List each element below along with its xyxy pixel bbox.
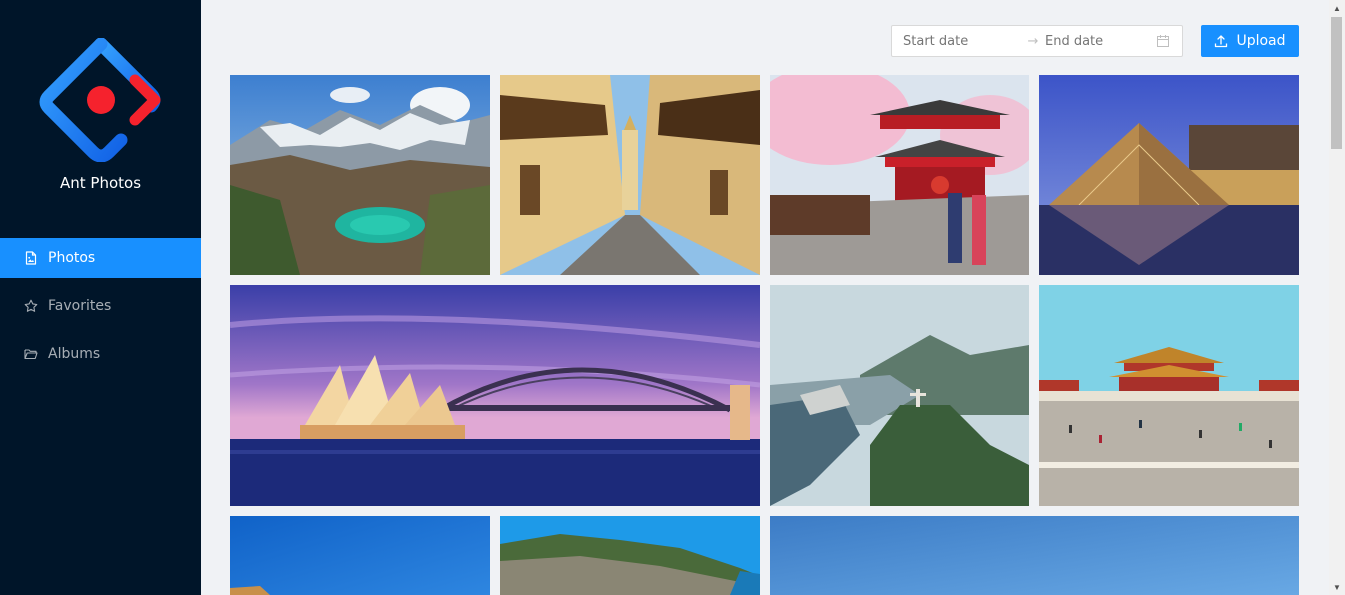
calendar-icon[interactable] — [1156, 34, 1170, 48]
app-name: Ant Photos — [59, 174, 142, 192]
photo-sydney-harbour[interactable] — [230, 285, 760, 506]
sidebar-item-albums[interactable]: Albums — [0, 334, 201, 374]
scrollbar-thumb[interactable] — [1331, 17, 1342, 149]
sidebar-item-label: Photos — [48, 250, 96, 266]
photo-louvre-pyramid[interactable] — [1039, 75, 1299, 275]
photo-rio-christ-redeemer[interactable] — [770, 285, 1029, 506]
photo-mountain-lake[interactable] — [230, 75, 490, 275]
ant-logo-icon — [39, 38, 160, 162]
star-icon — [24, 299, 38, 313]
end-date-input[interactable] — [1045, 33, 1163, 49]
sidebar-item-label: Favorites — [48, 298, 112, 314]
file-image-icon — [24, 251, 38, 265]
scroll-up-arrow-icon[interactable]: ▲ — [1329, 0, 1345, 16]
folder-open-icon — [24, 347, 38, 361]
upload-label: Upload — [1236, 33, 1286, 49]
sidebar: Ant Photos Photos Favorites Albums — [0, 0, 201, 595]
sidebar-item-favorites[interactable]: Favorites — [0, 286, 201, 326]
upload-button[interactable]: Upload — [1201, 25, 1299, 57]
sidebar-item-photos[interactable]: Photos — [0, 238, 201, 278]
photo-coastal-town[interactable] — [500, 516, 760, 595]
upload-icon — [1215, 35, 1228, 48]
sidebar-menu: Photos Favorites Albums — [0, 238, 201, 382]
range-separator: → — [1027, 33, 1039, 49]
photo-colonial-street[interactable] — [500, 75, 760, 275]
photo-blue-sky[interactable] — [230, 516, 490, 595]
photo-sky-panorama[interactable] — [770, 516, 1299, 595]
photo-forbidden-city[interactable] — [1039, 285, 1299, 506]
start-date-input[interactable] — [903, 33, 1021, 49]
date-range-picker[interactable]: → — [891, 25, 1183, 57]
logo-area: Ant Photos — [0, 38, 201, 192]
scroll-down-arrow-icon[interactable]: ▼ — [1329, 579, 1345, 595]
vertical-scrollbar[interactable]: ▲ ▼ — [1329, 0, 1345, 595]
sidebar-item-label: Albums — [48, 346, 101, 362]
photo-cherry-blossom-temple[interactable] — [770, 75, 1029, 275]
